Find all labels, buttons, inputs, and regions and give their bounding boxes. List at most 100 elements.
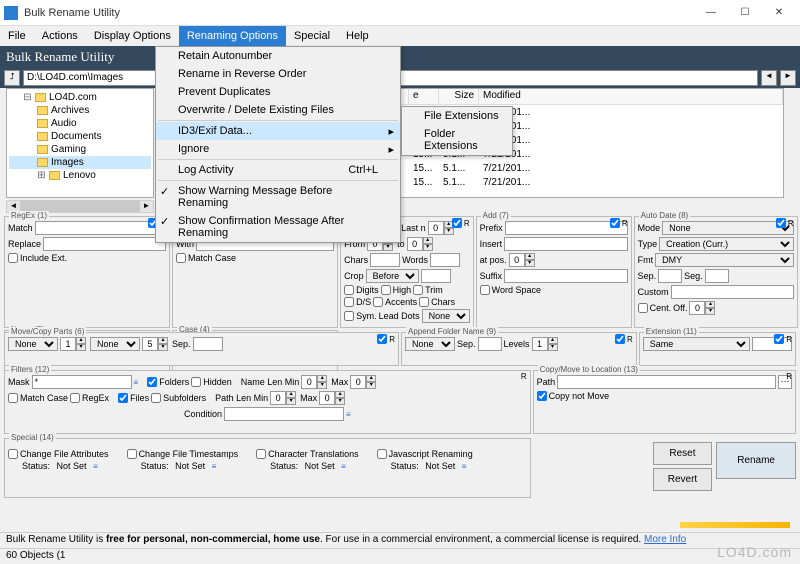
close-button[interactable]: ✕ — [762, 2, 796, 24]
tree-item[interactable]: Documents — [51, 131, 102, 142]
group-enable-checkbox[interactable] — [377, 334, 387, 344]
tree-item[interactable]: Images — [51, 157, 84, 168]
maximize-button[interactable]: ☐ — [728, 2, 762, 24]
menuitem-folder-extensions[interactable]: Folder Extensions — [402, 125, 512, 155]
suffix-input[interactable] — [504, 269, 628, 283]
path-input2[interactable] — [557, 375, 776, 389]
menuitem-id3-exif[interactable]: ID3/Exif Data...▸ — [156, 122, 400, 140]
mc-select2[interactable]: None — [90, 337, 140, 351]
cfa-checkbox[interactable] — [8, 449, 18, 459]
more-info-link[interactable]: More Info — [644, 534, 686, 545]
group-enable-checkbox[interactable] — [610, 218, 620, 228]
menuitem-retain-autonumber[interactable]: Retain Autonumber — [156, 47, 400, 65]
menuitem-confirm-after[interactable]: ✓Show Confirmation Message After Renamin… — [156, 212, 400, 242]
minimize-button[interactable]: — — [694, 2, 728, 24]
reset-icon[interactable]: R — [389, 335, 395, 344]
opts-icon[interactable]: ≡ — [462, 462, 467, 471]
off-spinner[interactable]: ▴▾ — [689, 301, 717, 315]
crop-input[interactable] — [421, 269, 451, 283]
reset-icon[interactable]: R — [786, 372, 792, 381]
menuitem-warn-before[interactable]: ✓Show Warning Message Before Renaming — [156, 182, 400, 212]
condition-opts-icon[interactable]: ≡ — [346, 410, 351, 419]
chars-input[interactable] — [370, 253, 400, 267]
group-enable-checkbox[interactable] — [615, 334, 625, 344]
menu-display-options[interactable]: Display Options — [86, 26, 179, 46]
tree-item[interactable]: Audio — [51, 118, 77, 129]
af-select[interactable]: None — [405, 337, 455, 351]
path-next-button[interactable]: ► — [780, 70, 796, 86]
col-size[interactable]: Size — [439, 89, 479, 104]
condition-input[interactable] — [224, 407, 344, 421]
seg-input[interactable] — [705, 269, 729, 283]
menu-special[interactable]: Special — [286, 26, 338, 46]
jr-checkbox[interactable] — [377, 449, 387, 459]
menuitem-prevent-duplicates[interactable]: Prevent Duplicates — [156, 83, 400, 101]
plmax-spinner[interactable]: ▴▾ — [319, 391, 347, 405]
custom-input[interactable] — [671, 285, 794, 299]
mc-sep-input[interactable] — [193, 337, 223, 351]
mask-input[interactable] — [32, 375, 132, 389]
reset-icon[interactable]: R — [786, 335, 792, 344]
menuitem-log-activity[interactable]: Log ActivityCtrl+L — [156, 161, 400, 179]
revert-button[interactable]: Revert — [653, 468, 712, 491]
cft-checkbox[interactable] — [127, 449, 137, 459]
folder-tree[interactable]: ⊟LO4D.com Archives Audio Documents Gamin… — [6, 88, 154, 198]
digits-checkbox[interactable] — [344, 285, 354, 295]
levels-spinner[interactable]: ▴▾ — [532, 337, 560, 351]
subfolders-checkbox[interactable] — [151, 393, 161, 403]
nlmax-spinner[interactable]: ▴▾ — [350, 375, 378, 389]
reset-icon[interactable]: R — [521, 372, 527, 381]
insert-input[interactable] — [504, 237, 628, 251]
col-modified[interactable]: Modified — [479, 89, 783, 104]
tree-item[interactable]: Archives — [51, 105, 89, 116]
high-checkbox[interactable] — [381, 285, 391, 295]
chars-checkbox[interactable] — [419, 297, 429, 307]
regex-replace-input[interactable] — [43, 237, 166, 251]
mask-opts-icon[interactable]: ≡ — [134, 378, 139, 387]
opts-icon[interactable]: ≡ — [93, 462, 98, 471]
mc-spinner2[interactable]: ▴▾ — [142, 337, 170, 351]
tree-root[interactable]: LO4D.com — [49, 92, 97, 103]
reset-icon[interactable]: R — [788, 219, 794, 228]
files-checkbox[interactable] — [118, 393, 128, 403]
af-sep-input[interactable] — [478, 337, 502, 351]
menuitem-overwrite-delete[interactable]: Overwrite / Delete Existing Files — [156, 101, 400, 119]
cent-checkbox[interactable] — [638, 303, 648, 313]
col-newname[interactable]: e — [409, 89, 439, 104]
expand-icon[interactable]: ⊟ — [23, 92, 32, 103]
menu-renaming-options[interactable]: Renaming Options — [179, 26, 286, 46]
leaddots-select[interactable]: None — [422, 309, 470, 323]
expand-icon[interactable]: ⊞ — [37, 170, 46, 181]
menuitem-ignore[interactable]: Ignore▸ — [156, 140, 400, 158]
group-enable-checkbox[interactable] — [776, 218, 786, 228]
menuitem-rename-reverse[interactable]: Rename in Reverse Order — [156, 65, 400, 83]
folders-checkbox[interactable] — [147, 377, 157, 387]
crop-select[interactable]: Before — [366, 269, 419, 283]
path-prev-button[interactable]: ◄ — [761, 70, 777, 86]
nlm-spinner[interactable]: ▴▾ — [301, 375, 329, 389]
menu-actions[interactable]: Actions — [34, 26, 86, 46]
fmt-select[interactable]: DMY — [655, 253, 794, 267]
plm-spinner[interactable]: ▴▾ — [270, 391, 298, 405]
sym-checkbox[interactable] — [344, 311, 354, 321]
reset-icon[interactable]: R — [627, 335, 633, 344]
type-select[interactable]: Creation (Curr.) — [659, 237, 794, 251]
group-enable-checkbox[interactable] — [774, 334, 784, 344]
opts-icon[interactable]: ≡ — [341, 462, 346, 471]
mode-select[interactable]: None — [662, 221, 794, 235]
mc-select1[interactable]: None — [8, 337, 58, 351]
menuitem-file-extensions[interactable]: File Extensions — [402, 107, 512, 125]
reset-icon[interactable]: R — [622, 219, 628, 228]
reset-button[interactable]: Reset — [653, 442, 712, 465]
folder-up-button[interactable]: ⮥ — [4, 70, 20, 86]
matchcase-checkbox[interactable] — [8, 393, 18, 403]
include-ext-checkbox[interactable] — [8, 253, 18, 263]
accents-checkbox[interactable] — [373, 297, 383, 307]
copynotmove-checkbox[interactable] — [537, 391, 547, 401]
regex-match-input[interactable] — [35, 221, 167, 235]
hidden-checkbox[interactable] — [191, 377, 201, 387]
opts-icon[interactable]: ≡ — [212, 462, 217, 471]
reset-icon[interactable]: R — [464, 219, 470, 228]
menu-file[interactable]: File — [0, 26, 34, 46]
tree-item[interactable]: Lenovo — [63, 170, 96, 181]
